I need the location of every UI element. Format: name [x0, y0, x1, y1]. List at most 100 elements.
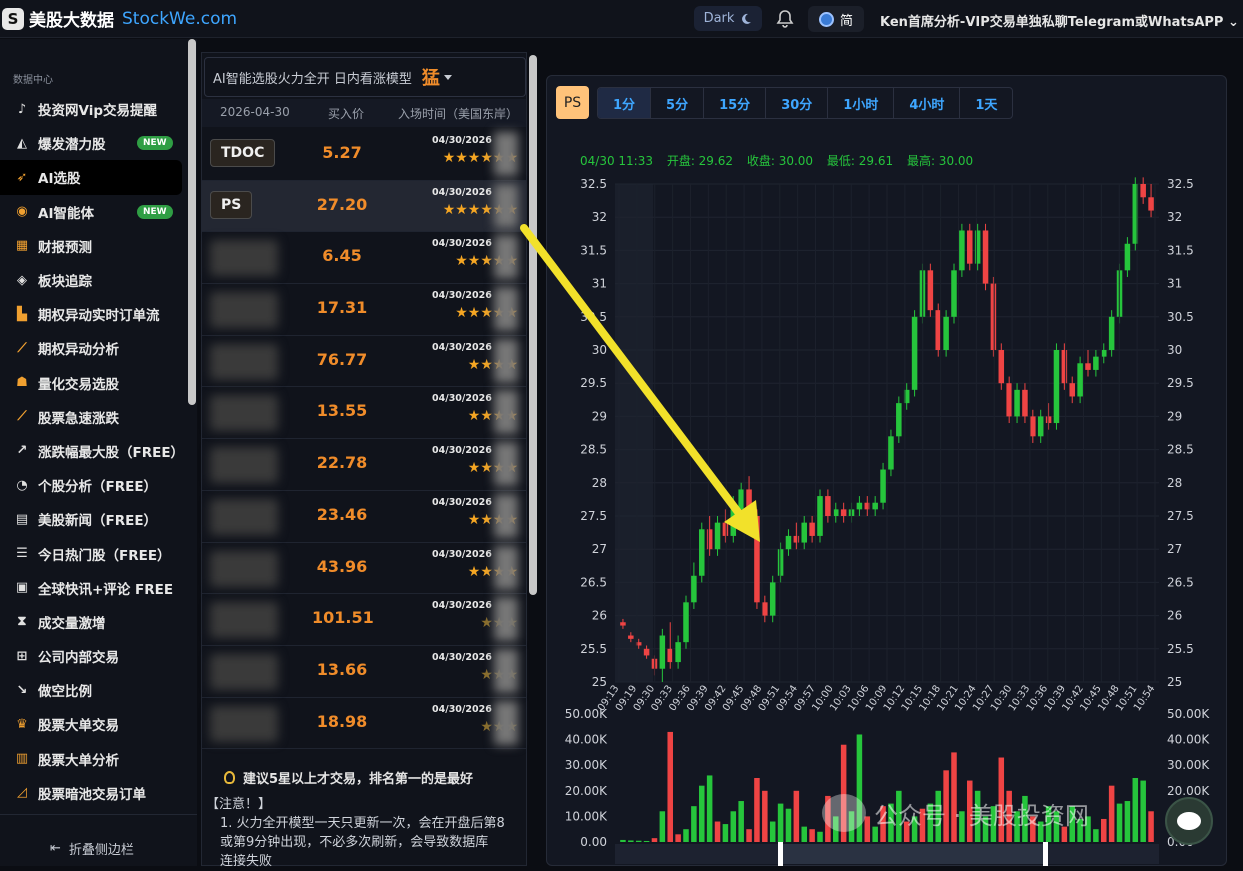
sidebar-item-2[interactable]: ➶ AI选股	[0, 160, 182, 195]
notes-line-2: 或第9分钟出现，不必多次刷新，会导致数据库	[220, 835, 489, 850]
sidebar-item-13[interactable]: ☰ 今日热门股（FREE）	[0, 536, 186, 570]
entry-date: 04/30/2026	[432, 135, 492, 146]
y-tick-label-left: 31.5	[580, 243, 607, 257]
table-row[interactable]: 13.6604/30/2026★★★	[202, 646, 526, 698]
sidebar-item-3[interactable]: ◉ AI智能体 NEW	[0, 195, 186, 229]
candlestick-chart[interactable]: 32.5 32.5 32 32 31.5 31.5 31 31 30.5 30.5 30 30 29.5…	[555, 170, 1215, 866]
sidebar-item-11[interactable]: ◔ 个股分析（FREE）	[0, 468, 186, 502]
ticker-badge[interactable]	[210, 602, 278, 639]
table-row[interactable]: PS 27.20 04/30/2026 ★★★★★★	[202, 180, 526, 233]
sidebar-item-20[interactable]: ◿ 股票暗池交易订单	[0, 776, 186, 810]
ohlc-close: 收盘: 30.00	[746, 154, 814, 168]
language-button[interactable]: 简	[808, 6, 864, 32]
buy-price: 17.31	[316, 298, 368, 318]
ticker-badge[interactable]	[210, 498, 278, 535]
volume-bar	[793, 790, 800, 842]
buy-price: 13.66	[316, 659, 368, 679]
volume-bar	[1124, 801, 1131, 842]
table-row[interactable]: 43.96 04/30/2026 ★★★★	[202, 543, 526, 595]
sidebar-item-5[interactable]: ◈ 板块追踪	[0, 263, 186, 297]
theme-toggle-button[interactable]: Dark	[694, 6, 762, 31]
candle-body	[1093, 356, 1099, 370]
sidebar-item-label: 股票暗池交易订单	[38, 786, 146, 803]
model-select[interactable]: AI智能选股火力全开 日内看涨模型 猛	[204, 57, 526, 97]
table-row[interactable]: 101.5104/30/2026★★★	[202, 594, 526, 646]
ticker-badge[interactable]	[210, 653, 278, 690]
collapse-sidebar-button[interactable]: ⇤ 折叠侧边栏	[50, 839, 134, 858]
y-tick-label-right: 26.5	[1167, 575, 1194, 589]
volume-bar	[1101, 818, 1107, 842]
tab-interval-4[interactable]: 1小时	[828, 88, 895, 118]
table-row[interactable]: 18.9804/30/2026★★★	[202, 698, 526, 750]
table-row[interactable]: 22.78 04/30/2026 ★★★★	[202, 439, 526, 491]
list-scrollbar[interactable]	[529, 55, 537, 595]
sidebar-item-18[interactable]: ♛ 股票大单交易	[0, 707, 186, 741]
volume-bar	[1116, 803, 1123, 842]
notification-bell-icon[interactable]	[774, 8, 796, 30]
entry-date: 04/30/2026	[432, 238, 492, 250]
candle-body	[754, 516, 760, 603]
chat-button[interactable]	[1165, 797, 1213, 845]
ticker-badge[interactable]: PS	[210, 190, 253, 219]
logo[interactable]: S 美股大数据 StockWe.com	[2, 6, 237, 31]
collapse-arrow-icon: ⇤	[50, 841, 61, 856]
tab-interval-5[interactable]: 4小时	[894, 88, 961, 118]
chart-icon: ◭	[17, 135, 27, 151]
sidebar-item-15[interactable]: ⧗ 成交量激增	[0, 605, 186, 639]
tab-interval-0[interactable]: 1分	[598, 88, 652, 118]
table-row[interactable]: 13.55 04/30/2026 ★★★★	[202, 387, 526, 440]
tab-interval-1[interactable]: 5分	[651, 88, 705, 118]
ticker-badge[interactable]	[210, 447, 278, 484]
volume-bar	[754, 778, 760, 842]
ticker-badge[interactable]	[210, 550, 278, 587]
ticker-badge[interactable]	[210, 705, 278, 742]
y-tick-label-left: 26.5	[580, 575, 607, 589]
sidebar-item-label: 量化交易选股	[38, 376, 119, 393]
sidebar-item-0[interactable]: ♪ 投资网Vip交易提醒	[0, 92, 186, 126]
candle-body	[777, 549, 784, 576]
promo-dropdown[interactable]: Ken首席分析-VIP交易单独私聊Telegram或WhatsAPP ⌄	[880, 11, 1239, 30]
sidebar-item-6[interactable]: ▙ 期权异动实时订单流	[0, 297, 186, 331]
table-row[interactable]: 76.77 04/30/2026 ★★★★	[202, 336, 526, 388]
y-tick-label-right: 29	[1167, 409, 1182, 423]
sidebar-item-19[interactable]: ▥ 股票大单分析	[0, 742, 186, 776]
candle-body	[1030, 416, 1036, 437]
table-row[interactable]: TDOC 5.27 04/30/2026 ★★★★★★	[202, 129, 526, 181]
sidebar-item-16[interactable]: ⊞ 公司内部交易	[0, 639, 186, 673]
sidebar-item-label: 板块追踪	[38, 274, 92, 291]
tab-interval-2[interactable]: 15分	[704, 88, 767, 118]
robot-icon: ☗	[16, 375, 28, 391]
sidebar-item-9[interactable]: ⟋ 股票急速涨跌	[0, 400, 186, 434]
ai-icon: ◉	[16, 204, 28, 220]
table-row[interactable]: 6.45 04/30/2026 ★★★★★	[202, 232, 526, 285]
tab-interval-3[interactable]: 30分	[766, 88, 829, 118]
sidebar-scrollbar[interactable]	[188, 39, 196, 405]
entry-date: 04/30/2026	[432, 651, 492, 663]
sidebar-item-10[interactable]: ↗ 涨跌幅最大股（FREE）	[0, 434, 186, 468]
logo-icon: S	[2, 7, 24, 30]
sidebar-item-12[interactable]: ▤ 美股新闻（FREE）	[0, 502, 186, 536]
lightbulb-icon	[224, 771, 235, 784]
candle-body	[1037, 416, 1044, 437]
ticker-badge[interactable]	[210, 395, 278, 432]
ticker-badge[interactable]: TDOC	[210, 139, 276, 167]
tab-interval-6[interactable]: 1天	[960, 88, 1012, 118]
hourglass-icon: ⧗	[17, 614, 27, 630]
y-tick-label-right: 32	[1167, 210, 1182, 224]
model-label: AI智能选股火力全开 日内看涨模型	[213, 71, 412, 87]
sidebar-item-17[interactable]: ↘ 做空比例	[0, 673, 186, 707]
sidebar-item-4[interactable]: ▦ 财报预测	[0, 229, 186, 263]
volume-bar	[1140, 780, 1146, 842]
entry-date: 04/30/2026	[432, 496, 492, 508]
sidebar-item-1[interactable]: ◭ 爆发潜力股 NEW	[0, 126, 186, 160]
sidebar-item-8[interactable]: ☗ 量化交易选股	[0, 366, 186, 400]
sidebar-item-7[interactable]: ⟋ 期权异动分析	[0, 331, 186, 365]
table-row[interactable]: 23.46 04/30/2026 ★★★★	[202, 491, 526, 543]
ticker-badge[interactable]	[210, 240, 278, 277]
candle-body	[974, 230, 981, 264]
ticker-badge[interactable]	[210, 292, 278, 329]
table-row[interactable]: 17.31 04/30/2026 ★★★★★	[202, 284, 526, 336]
volume-bar	[628, 840, 634, 842]
ticker-badge[interactable]	[210, 343, 278, 380]
sidebar-item-14[interactable]: ▣ 全球快讯+评论 FREE	[0, 571, 186, 605]
